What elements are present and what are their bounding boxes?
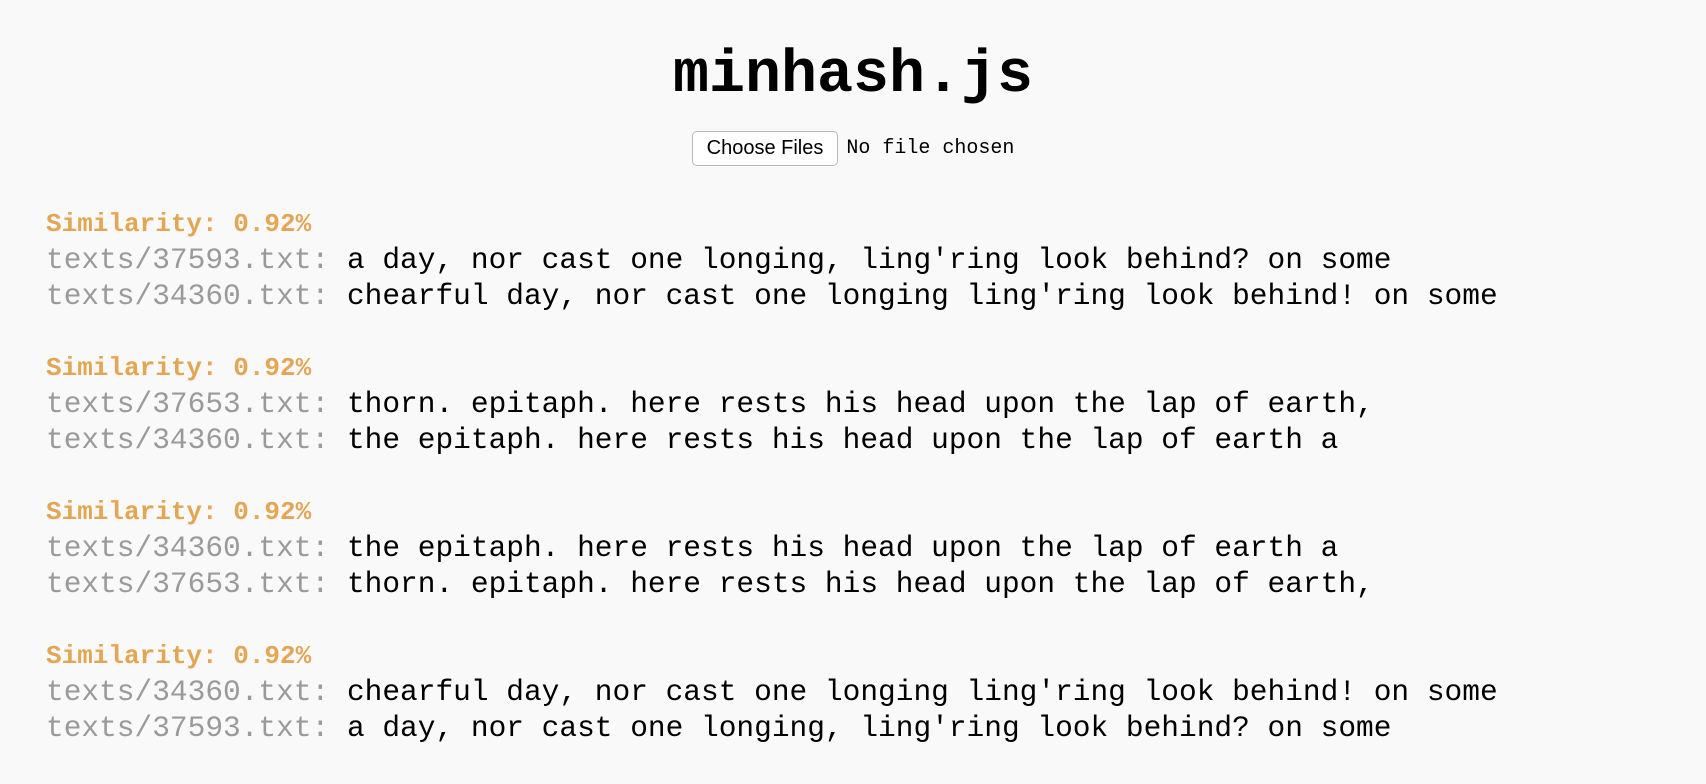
result-block: Similarity: 0.92% texts/37593.txt: a day… bbox=[46, 206, 1686, 314]
match-file-name: texts/37593.txt: bbox=[46, 711, 330, 745]
similarity-label: Similarity: 0.92% bbox=[46, 641, 312, 671]
match-line: texts/34360.txt: chearful day, nor cast … bbox=[46, 674, 1686, 710]
similarity-label: Similarity: 0.92% bbox=[46, 209, 312, 239]
match-file-name: texts/34360.txt: bbox=[46, 675, 330, 709]
match-text: the epitaph. here rests his head upon th… bbox=[346, 423, 1339, 457]
result-block: Similarity: 0.92% texts/34360.txt: the e… bbox=[46, 494, 1686, 602]
match-file-name: texts/34360.txt: bbox=[46, 531, 330, 565]
match-line: texts/34360.txt: chearful day, nor cast … bbox=[46, 278, 1686, 314]
similarity-label: Similarity: 0.92% bbox=[46, 497, 312, 527]
match-text: a day, nor cast one longing, ling'ring l… bbox=[346, 711, 1392, 745]
match-line: texts/34360.txt: the epitaph. here rests… bbox=[46, 422, 1686, 458]
similarity-label: Similarity: 0.92% bbox=[46, 353, 312, 383]
match-file-name: texts/34360.txt: bbox=[46, 423, 330, 457]
match-file-name: texts/37653.txt: bbox=[46, 387, 330, 421]
match-text: thorn. epitaph. here rests his head upon… bbox=[346, 567, 1374, 601]
match-file-name: texts/34360.txt: bbox=[46, 279, 330, 313]
match-text: chearful day, nor cast one longing ling'… bbox=[346, 675, 1498, 709]
result-block: Similarity: 0.92% texts/37653.txt: thorn… bbox=[46, 350, 1686, 458]
choose-files-button[interactable]: Choose Files bbox=[691, 131, 839, 166]
match-text: thorn. epitaph. here rests his head upon… bbox=[346, 387, 1374, 421]
match-text: the epitaph. here rests his head upon th… bbox=[346, 531, 1339, 565]
match-line: texts/37593.txt: a day, nor cast one lon… bbox=[46, 710, 1686, 746]
result-block: Similarity: 0.92% texts/34360.txt: chear… bbox=[46, 638, 1686, 746]
match-file-name: texts/37593.txt: bbox=[46, 243, 330, 277]
page-title: minhash.js bbox=[672, 42, 1034, 110]
match-line: texts/34360.txt: the epitaph. here rests… bbox=[46, 530, 1686, 566]
match-text: chearful day, nor cast one longing ling'… bbox=[346, 279, 1498, 313]
results-list: Similarity: 0.92% texts/37593.txt: a day… bbox=[46, 206, 1686, 782]
match-file-name: texts/37653.txt: bbox=[46, 567, 330, 601]
match-line: texts/37653.txt: thorn. epitaph. here re… bbox=[46, 386, 1686, 422]
match-line: texts/37593.txt: a day, nor cast one lon… bbox=[46, 242, 1686, 278]
file-status-text: No file chosen bbox=[846, 137, 1015, 160]
match-line: texts/37653.txt: thorn. epitaph. here re… bbox=[46, 566, 1686, 602]
page: { "page": { "title": "minhash.js" }, "fi… bbox=[0, 0, 1706, 784]
file-picker: Choose Files No file chosen bbox=[0, 131, 1706, 166]
match-text: a day, nor cast one longing, ling'ring l… bbox=[346, 243, 1392, 277]
